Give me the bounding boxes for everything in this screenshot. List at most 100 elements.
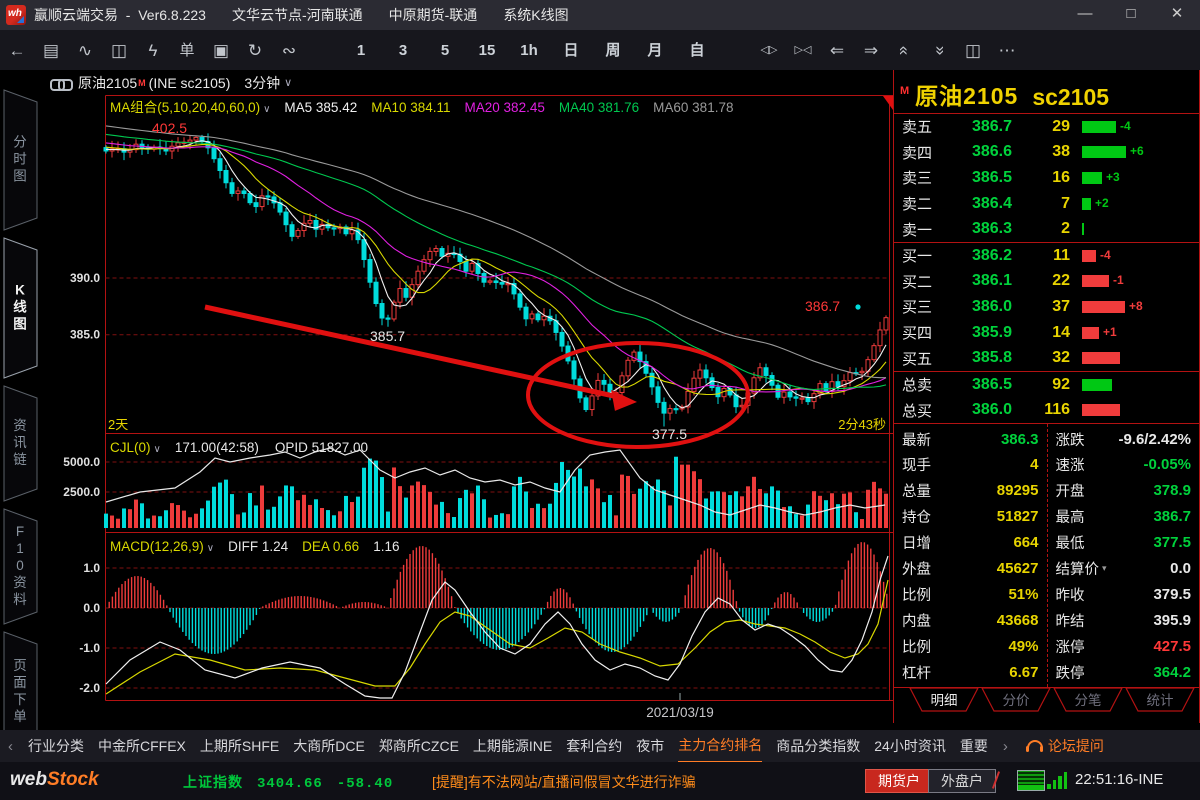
quote-contract-name[interactable]: 原油2105 <box>915 77 1018 111</box>
sidebar-tab-资讯链[interactable]: 资讯链 <box>4 386 37 501</box>
nav-tab-中金所CFFEX[interactable]: 中金所CFFEX <box>98 731 186 762</box>
quote-tab-分笔[interactable]: 分笔 <box>1054 688 1122 711</box>
sidebar-tab-分时图[interactable]: 分时图 <box>4 90 37 230</box>
stat-速涨: 速涨-0.05% <box>1048 452 1200 478</box>
bid-book: 买一386.211-4买二386.122-1买三386.037+8买四385.9… <box>894 242 1199 371</box>
ask-row-卖五[interactable]: 卖五386.729-4 <box>894 114 1199 140</box>
high-price-label: 402.5 <box>152 120 187 136</box>
period-button-周[interactable]: 周 <box>600 36 626 64</box>
futures-account-button[interactable]: 期货户 <box>865 769 933 793</box>
annotation-arrow <box>205 307 623 398</box>
ask-row-卖一[interactable]: 卖一386.32 <box>894 216 1199 242</box>
toolbar-more-button[interactable]: ⋯ <box>994 36 1020 64</box>
minimize-button[interactable]: — <box>1062 0 1108 30</box>
quote-tab-分价[interactable]: 分价 <box>982 688 1050 711</box>
view-name-label: 系统K线图 <box>503 5 568 25</box>
period-button-自[interactable]: 自 <box>684 36 710 64</box>
svg-text:资: 资 <box>13 575 27 590</box>
nav-tab-上期能源INE[interactable]: 上期能源INE <box>473 731 552 762</box>
nav-tab-重要[interactable]: 重要 <box>960 731 988 762</box>
nav-tab-上期所SHFE[interactable]: 上期所SHFE <box>200 731 279 762</box>
nav-tab-24小时资讯[interactable]: 24小时资讯 <box>874 731 946 762</box>
toolbar-quick-order-button[interactable]: ϟ <box>140 36 166 64</box>
maximize-button[interactable]: □ <box>1108 0 1154 30</box>
webstock-logo: webStock <box>10 769 99 791</box>
foreign-account-button[interactable]: 外盘户 <box>928 769 996 793</box>
settlement-dropdown-icon[interactable]: ▾ <box>1102 563 1107 574</box>
ask-depth-bar <box>1082 379 1112 391</box>
bid-row-买四[interactable]: 买四385.914+1 <box>894 320 1199 346</box>
nav-tab-大商所DCE[interactable]: 大商所DCE <box>293 731 365 762</box>
period-button-5[interactable]: 5 <box>432 36 458 64</box>
nav-tab-套利合约[interactable]: 套利合约 <box>566 731 622 762</box>
period-button-1h[interactable]: 1h <box>516 36 542 64</box>
svg-text:分价: 分价 <box>1003 693 1031 708</box>
axis-label: -1.0 <box>79 641 100 655</box>
toolbar-refresh-button[interactable]: ↻ <box>242 36 268 64</box>
period-button-1[interactable]: 1 <box>348 36 374 64</box>
volume-indicator-header[interactable]: CJL(0)∨171.00(42:58)OPID 51827.00 <box>110 440 368 455</box>
bid-row-买五[interactable]: 买五385.832 <box>894 345 1199 371</box>
svg-text:分笔: 分笔 <box>1075 693 1102 708</box>
toolbar-save-button[interactable]: ▣ <box>208 36 234 64</box>
toolbar-line-chart-button[interactable]: ∿ <box>72 36 98 64</box>
period-dropdown-icon[interactable]: ∨ <box>284 76 292 89</box>
quote-tab-明细[interactable]: 明细 <box>910 688 978 711</box>
bid-row-买二[interactable]: 买二386.122-1 <box>894 269 1199 295</box>
ask-row-卖四[interactable]: 卖四386.638+6 <box>894 140 1199 166</box>
toolbar-zoom-down-button[interactable]: « <box>926 36 952 64</box>
close-button[interactable]: ✕ <box>1154 0 1200 30</box>
axis-label: 2500.0 <box>63 485 100 499</box>
period-button-月[interactable]: 月 <box>642 36 668 64</box>
ask-row-总卖[interactable]: 总卖386.592 <box>894 372 1199 398</box>
ask-depth-bar <box>1082 198 1091 210</box>
nav-tab-主力合约排名[interactable]: 主力合约排名 <box>678 730 762 763</box>
nav-scroll-right-icon[interactable]: › <box>1003 738 1008 755</box>
toolbar-order-ticket-button[interactable]: 单 <box>174 36 200 64</box>
shanghai-index-quote[interactable]: 上证指数3404.66-58.40 <box>183 772 393 792</box>
toolbar-layout-button[interactable]: ◫ <box>960 36 986 64</box>
toolbar-zoom-up-button[interactable]: « <box>892 36 918 64</box>
bid-depth-bar <box>1082 327 1099 339</box>
forum-link[interactable]: 论坛提问 <box>1026 736 1104 756</box>
axis-label: 0.0 <box>83 601 100 615</box>
nav-tab-夜市[interactable]: 夜市 <box>636 731 664 762</box>
ma-indicator-header[interactable]: MA组合(5,10,20,40,60,0)∨MA5 385.42MA10 384… <box>110 100 733 115</box>
sidebar-tab-K线图[interactable]: K线图 <box>4 238 37 378</box>
toolbar-overlay-button[interactable]: ∾ <box>276 36 302 64</box>
ask-row-卖二[interactable]: 卖二386.47+2 <box>894 191 1199 217</box>
toolbar-compress-button[interactable]: ◁▷ <box>756 36 782 64</box>
nav-tab-商品分类指数[interactable]: 商品分类指数 <box>776 731 860 762</box>
nav-tab-行业分类[interactable]: 行业分类 <box>28 731 84 762</box>
link-icon <box>50 78 72 88</box>
bid-row-买一[interactable]: 买一386.211-4 <box>894 243 1199 269</box>
app-title: 赢顺云端交易 - Ver6.8.223 <box>34 5 206 25</box>
toolbar-prev-button[interactable]: ⇐ <box>824 36 850 64</box>
toolbar-candlestick-button[interactable]: ◫ <box>106 36 132 64</box>
period-selector[interactable]: 3分钟 <box>244 73 280 93</box>
contract-name[interactable]: 原油2105 <box>78 73 137 93</box>
ask-depth-bar <box>1082 121 1116 133</box>
nav-tab-郑商所CZCE[interactable]: 郑商所CZCE <box>379 731 459 762</box>
kline-chart-canvas[interactable]: 390.0385.05000.02500.01.00.0-1.0-2.0MA组合… <box>40 95 893 723</box>
period-button-日[interactable]: 日 <box>558 36 584 64</box>
svg-text:K: K <box>15 283 25 298</box>
stat-最新: 最新386.3 <box>894 426 1047 452</box>
ask-row-卖三[interactable]: 卖三386.516+3 <box>894 165 1199 191</box>
toolbar-report-button[interactable]: ▤ <box>38 36 64 64</box>
toolbar-next-button[interactable]: ⇒ <box>858 36 884 64</box>
macd-indicator-header[interactable]: MACD(12,26,9)∨DIFF 1.24DEA 0.661.16 <box>110 539 399 554</box>
sidebar-tab-F10资料[interactable]: F10资料 <box>4 509 37 624</box>
period-button-15[interactable]: 15 <box>474 36 500 64</box>
toolbar-back-button[interactable]: ← <box>4 36 30 64</box>
keyboard-wizard-icon[interactable] <box>1017 770 1045 791</box>
toolbar-expand-button[interactable]: ▷◁ <box>790 36 816 64</box>
nav-scroll-left-icon[interactable]: ‹ <box>8 738 13 755</box>
sidebar-tab-页面下单[interactable]: 页面下单 <box>4 632 37 730</box>
bid-depth-bar <box>1082 301 1125 313</box>
low-price-label: 377.5 <box>652 426 687 442</box>
period-button-3[interactable]: 3 <box>390 36 416 64</box>
bid-row-买三[interactable]: 买三386.037+8 <box>894 294 1199 320</box>
bid-row-总买[interactable]: 总买386.0116 <box>894 398 1199 424</box>
quote-tab-统计[interactable]: 统计 <box>1126 688 1194 711</box>
